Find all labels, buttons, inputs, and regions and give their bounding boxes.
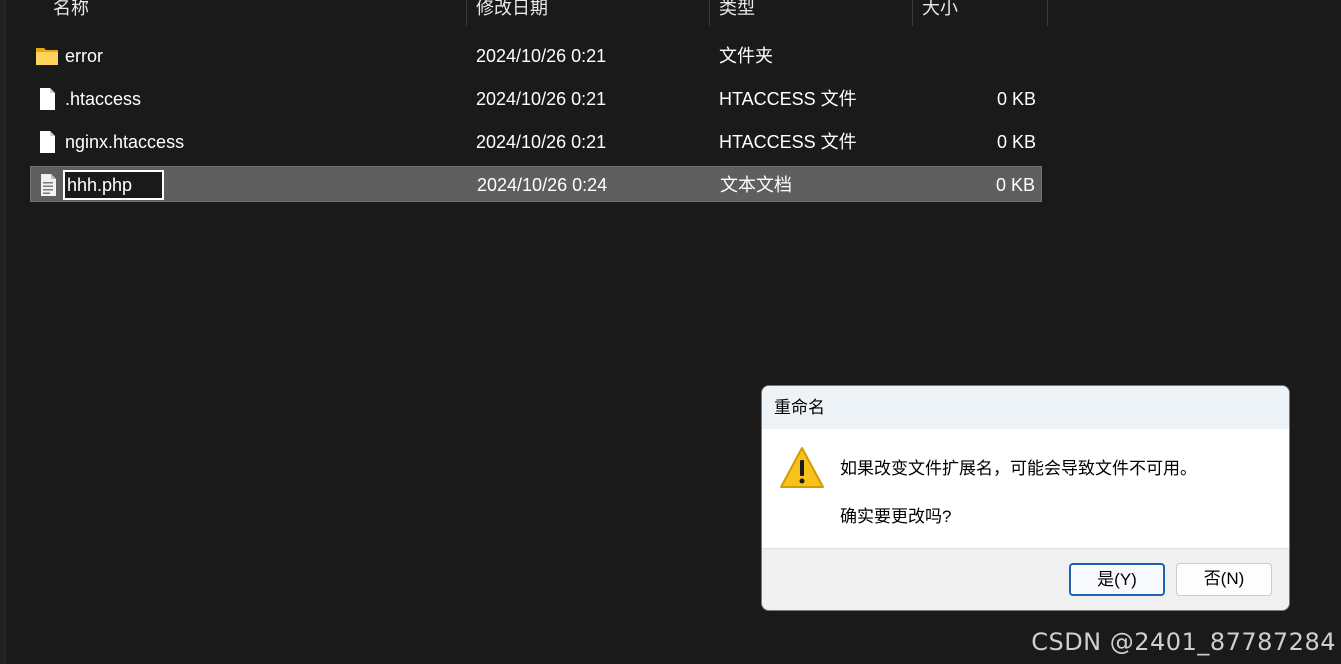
dialog-title[interactable]: 重命名: [762, 386, 1289, 429]
column-header-size[interactable]: 大小: [913, 0, 1048, 26]
file-size: 0 KB: [996, 132, 1036, 152]
yes-button[interactable]: 是(Y): [1069, 563, 1165, 596]
file-size: 0 KB: [995, 175, 1035, 195]
no-button[interactable]: 否(N): [1176, 563, 1272, 596]
column-header-modified[interactable]: 修改日期: [467, 0, 710, 26]
file-row-nginx-htaccess[interactable]: nginx.htaccess 2024/10/26 0:21 HTACCESS …: [30, 124, 1042, 160]
file-modified: 2024/10/26 0:24: [477, 175, 608, 195]
dialog-body: 如果改变文件扩展名，可能会导致文件不可用。 确实要更改吗?: [762, 429, 1289, 548]
file-type: 文件夹: [719, 46, 773, 66]
file-name: nginx.htaccess: [65, 132, 185, 152]
text-file-icon: [41, 174, 56, 196]
watermark-text: CSDN @2401_87787284: [1031, 628, 1336, 656]
file-modified: 2024/10/26 0:21: [476, 46, 607, 66]
file-type: HTACCESS 文件: [719, 132, 857, 152]
column-header-name[interactable]: 名称: [44, 0, 467, 26]
file-name: .htaccess: [65, 89, 142, 109]
file-modified: 2024/10/26 0:21: [476, 89, 607, 109]
dialog-question: 确实要更改吗?: [840, 507, 952, 526]
folder-icon: [36, 48, 58, 65]
file-icon: [40, 88, 55, 110]
file-size: 0 KB: [996, 89, 1036, 109]
rename-input[interactable]: hhh.php: [63, 170, 164, 200]
file-type: 文本文档: [720, 175, 792, 195]
column-header-type[interactable]: 类型: [710, 0, 913, 26]
dialog-footer: 是(Y) 否(N): [762, 548, 1289, 610]
file-row-error[interactable]: error 2024/10/26 0:21 文件夹: [30, 38, 1042, 74]
column-header-bar: 名称 修改日期 类型 大小: [0, 0, 1048, 28]
file-modified: 2024/10/26 0:21: [476, 132, 607, 152]
file-icon: [40, 131, 55, 153]
warning-icon: [780, 447, 824, 488]
navigation-pane-edge: [0, 0, 6, 664]
file-type: HTACCESS 文件: [719, 89, 857, 109]
file-row-hhh-php[interactable]: hhh.php 2024/10/26 0:24 文本文档 0 KB: [30, 166, 1042, 202]
file-name: error: [65, 46, 104, 66]
rename-dialog: 重命名 如果改变文件扩展名，可能会导致文件不可用。 确实要更改吗? 是(Y) 否…: [761, 385, 1290, 611]
dialog-message: 如果改变文件扩展名，可能会导致文件不可用。: [840, 459, 1197, 478]
file-row-htaccess[interactable]: .htaccess 2024/10/26 0:21 HTACCESS 文件 0 …: [30, 81, 1042, 117]
